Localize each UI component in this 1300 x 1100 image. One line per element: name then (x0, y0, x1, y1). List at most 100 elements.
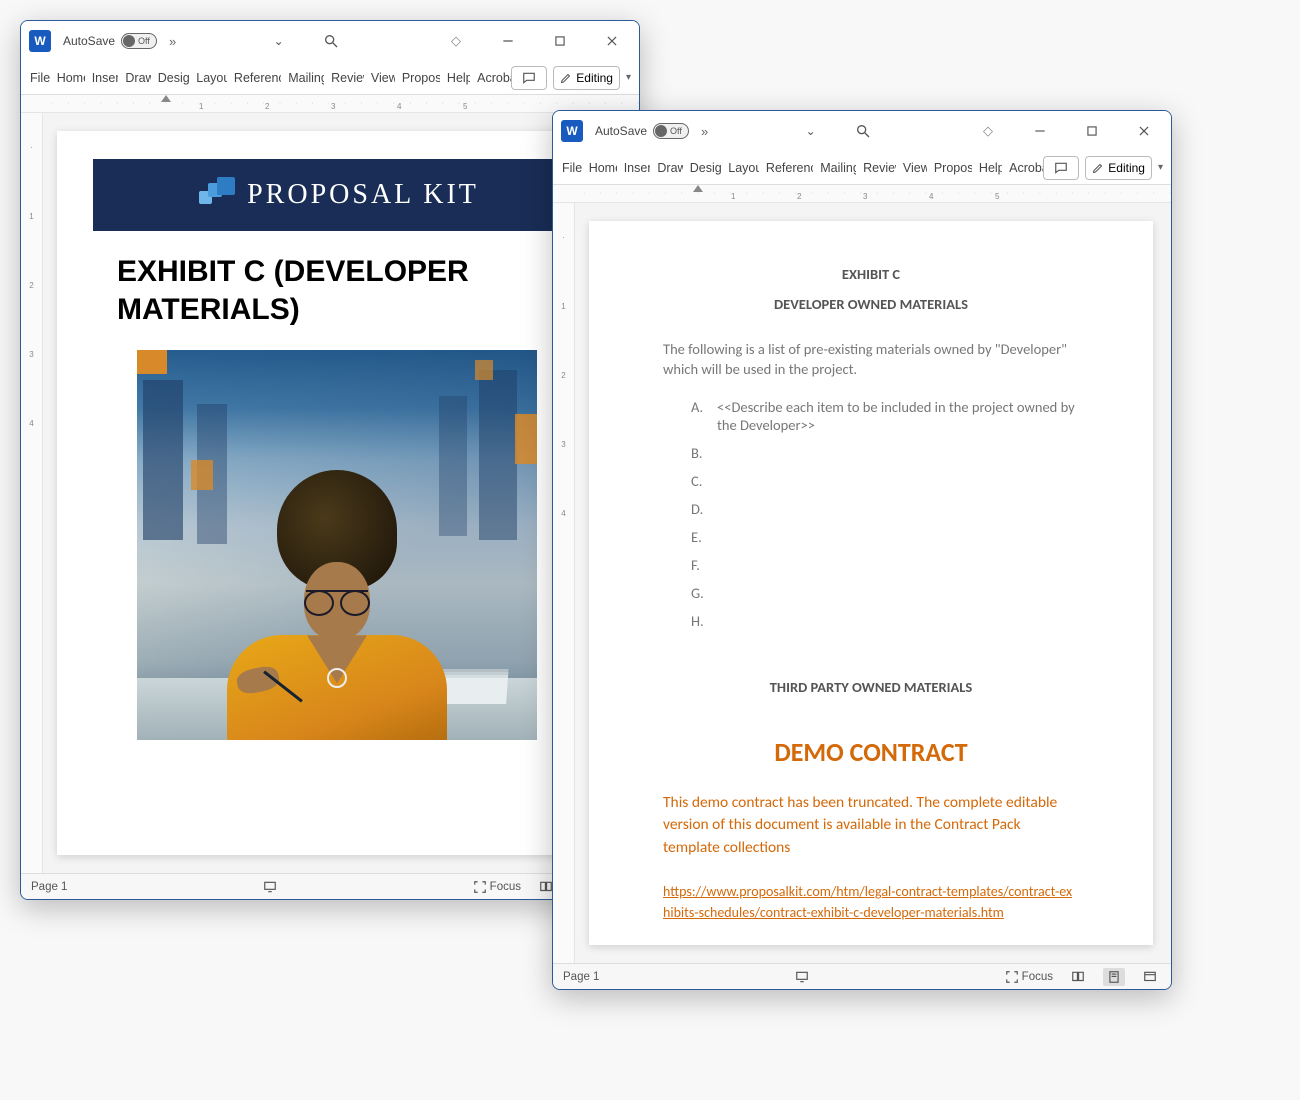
display-settings-icon[interactable] (262, 880, 278, 894)
tab-references[interactable]: References (759, 151, 813, 184)
minimize-button[interactable] (485, 22, 531, 60)
tab-draw[interactable]: Draw (118, 61, 150, 94)
vertical-ruler[interactable]: ·1234 (553, 203, 575, 963)
tab-design[interactable]: Design (683, 151, 722, 184)
doc-heading-2: DEVELOPER OWNED MATERIALS (663, 295, 1079, 313)
title-dropdown-icon[interactable]: ⌄ (788, 112, 834, 150)
doc-list: A.<<Describe each item to be included in… (663, 398, 1079, 630)
tab-layout[interactable]: Layout (721, 151, 759, 184)
tab-design[interactable]: Design (151, 61, 190, 94)
close-button[interactable] (589, 22, 635, 60)
focus-label: Focus (490, 881, 521, 893)
ruler-mark: 5 (995, 192, 999, 201)
tab-view[interactable]: View (896, 151, 927, 184)
ruler-tab-stop-icon[interactable] (693, 185, 703, 192)
horizontal-ruler[interactable]: · · · · · · · · · · · · · · · · · · · · … (21, 95, 639, 113)
word-app-icon: W (29, 30, 51, 52)
tab-draw[interactable]: Draw (650, 151, 682, 184)
read-mode-icon[interactable] (1067, 968, 1089, 986)
focus-mode-button[interactable]: Focus (473, 880, 521, 894)
maximize-button[interactable] (537, 22, 583, 60)
horizontal-ruler[interactable]: · · · · · · · · · · · · · · · · · · · · … (553, 185, 1171, 203)
autosave-toggle[interactable]: Off (653, 123, 689, 139)
close-button[interactable] (1121, 112, 1167, 150)
document-title: EXHIBIT C (DEVELOPER MATERIALS) (117, 253, 561, 328)
focus-mode-button[interactable]: Focus (1005, 970, 1053, 984)
titlebar: W AutoSave Off » ⌄ ◇ (21, 21, 639, 61)
quick-access-more-icon[interactable]: » (169, 34, 176, 49)
tab-acrobat[interactable]: Acrobat (1002, 151, 1043, 184)
maximize-button[interactable] (1069, 112, 1115, 150)
tab-file[interactable]: File (23, 61, 50, 94)
ruler-mark: 2 (797, 192, 801, 201)
status-page-number[interactable]: Page 1 (563, 971, 599, 983)
toggle-knob (655, 125, 667, 137)
tab-mailings[interactable]: Mailings (813, 151, 856, 184)
document-page[interactable]: PROPOSAL KIT EXHIBIT C (DEVELOPER MATERI… (57, 131, 621, 855)
tab-review[interactable]: Review (856, 151, 896, 184)
tab-view[interactable]: View (364, 61, 395, 94)
list-item: A.<<Describe each item to be included in… (691, 398, 1079, 434)
minimize-button[interactable] (1017, 112, 1063, 150)
ruler-tab-stop-icon[interactable] (161, 95, 171, 102)
ribbon-overflow-icon[interactable]: ▾ (1158, 162, 1165, 173)
web-layout-icon[interactable] (1139, 968, 1161, 986)
tab-mailings[interactable]: Mailings (281, 61, 324, 94)
list-item: E. (691, 528, 1079, 546)
word-window-1: W AutoSave Off » ⌄ ◇ File Home Insert (20, 20, 640, 900)
tab-help[interactable]: Help (972, 151, 1002, 184)
ruler-mark: 3 (331, 102, 335, 111)
tab-home[interactable]: Home (582, 151, 617, 184)
diamond-premium-icon[interactable]: ◇ (965, 112, 1011, 150)
tab-references[interactable]: References (227, 61, 281, 94)
search-icon[interactable] (840, 112, 886, 150)
vertical-ruler[interactable]: ·1234 (21, 113, 43, 873)
doc-heading-1: EXHIBIT C (663, 265, 1079, 283)
ribbon-overflow-icon[interactable]: ▾ (626, 72, 633, 83)
tab-acrobat[interactable]: Acrobat (470, 61, 511, 94)
comments-button[interactable] (511, 66, 547, 90)
editing-label: Editing (576, 71, 613, 85)
demo-contract-link[interactable]: https://www.proposalkit.com/htm/legal-co… (663, 881, 1079, 923)
list-item: B. (691, 444, 1079, 462)
tab-review[interactable]: Review (324, 61, 364, 94)
title-dropdown-icon[interactable]: ⌄ (256, 22, 302, 60)
tab-insert[interactable]: Insert (617, 151, 651, 184)
tab-help[interactable]: Help (440, 61, 470, 94)
status-bar: Page 1 Focus (553, 963, 1171, 989)
autosave-state: Off (138, 36, 150, 46)
print-layout-icon[interactable] (1103, 968, 1125, 986)
autosave-label: AutoSave (63, 34, 115, 48)
autosave-state: Off (670, 126, 682, 136)
tab-proposal[interactable]: Proposal (927, 151, 972, 184)
display-settings-icon[interactable] (794, 970, 810, 984)
tab-file[interactable]: File (555, 151, 582, 184)
tab-insert[interactable]: Insert (85, 61, 119, 94)
ruler-mark: 5 (463, 102, 467, 111)
titlebar: W AutoSave Off » ⌄ ◇ (553, 111, 1171, 151)
comments-button[interactable] (1043, 156, 1079, 180)
status-page-number[interactable]: Page 1 (31, 881, 67, 893)
quick-access-more-icon[interactable]: » (701, 124, 708, 139)
document-page[interactable]: EXHIBIT C DEVELOPER OWNED MATERIALS The … (589, 221, 1153, 945)
ruler-mark: 4 (397, 102, 401, 111)
ribbon-right-tools: Editing ▾ (511, 61, 637, 94)
ribbon-tabs: File Home Insert Draw Design Layout Refe… (21, 61, 639, 95)
autosave-toggle[interactable]: Off (121, 33, 157, 49)
editing-mode-button[interactable]: Editing (553, 66, 620, 90)
tab-home[interactable]: Home (50, 61, 85, 94)
tab-layout[interactable]: Layout (189, 61, 227, 94)
document-area: ·1234 EXHIBIT C DEVELOPER OWNED MATERIAL… (553, 203, 1171, 963)
status-bar: Page 1 Focus (21, 873, 639, 899)
editing-mode-button[interactable]: Editing (1085, 156, 1152, 180)
ruler-mark: 1 (199, 102, 203, 111)
ruler-mark: 3 (863, 192, 867, 201)
ribbon-tabs: File Home Insert Draw Design Layout Refe… (553, 151, 1171, 185)
diamond-premium-icon[interactable]: ◇ (433, 22, 479, 60)
tab-proposal[interactable]: Proposal (395, 61, 440, 94)
doc-heading-3: THIRD PARTY OWNED MATERIALS (663, 678, 1079, 696)
word-app-icon: W (561, 120, 583, 142)
search-icon[interactable] (308, 22, 354, 60)
list-item: D. (691, 500, 1079, 518)
word-window-2: W AutoSave Off » ⌄ ◇ File Home Insert Dr (552, 110, 1172, 990)
